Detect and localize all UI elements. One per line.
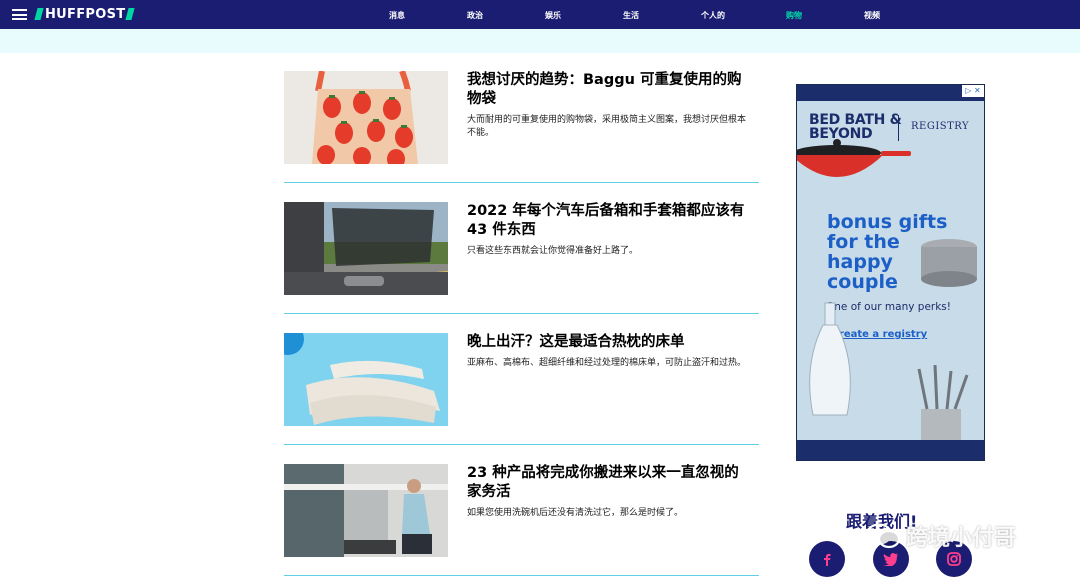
ad-registry-label: REGISTRY: [911, 121, 970, 132]
article-card[interactable]: 晚上出汗？这是最适合热枕的床单 亚麻布、高棉布、超细纤维和经过处理的棉床单，可防…: [284, 333, 759, 464]
ad-brand-line1: BED BATH &: [809, 112, 902, 128]
ad-bottom-band: [797, 440, 984, 460]
article-description: 大而耐用的可重复使用的购物袋，采用极简主义图案，我想讨厌但根本不能。: [467, 115, 747, 138]
twitter-icon: [883, 553, 898, 566]
instagram-icon: [947, 552, 961, 566]
article-description: 如果您使用洗碗机后还没有清洗过它，那么是时候了。: [467, 508, 684, 518]
nav-item-personal[interactable]: 个人的: [701, 10, 725, 21]
springform-pan-icon: [921, 239, 977, 287]
nav-item-entertainment[interactable]: 娱乐: [545, 10, 561, 21]
article-thumbnail-bed-sheets[interactable]: [284, 333, 448, 426]
article-divider: [284, 575, 759, 576]
article-card[interactable]: 2022 年每个汽车后备箱和手套箱都应该有 43 件东西 只看这些东西就会让你觉…: [284, 202, 759, 333]
article-card[interactable]: 我想讨厌的趋势：Baggu 可重复使用的购物袋 大而耐用的可重复使用的购物袋，采…: [284, 71, 759, 202]
adchoices-icon[interactable]: ▷ ✕: [962, 85, 984, 97]
utensil-holder-icon: [917, 365, 969, 443]
watermark: 跨境小付哥: [866, 520, 1016, 552]
article-thumbnail-dishwasher[interactable]: [284, 464, 448, 557]
article-description: 只看这些东西就会让你觉得准备好上路了。: [467, 246, 639, 256]
decanter-icon: [809, 302, 851, 416]
facebook-button[interactable]: [809, 541, 845, 577]
article-description: 亚麻布、高棉布、超细纤维和经过处理的棉床单，可防止盗汗和过热。: [467, 358, 747, 368]
nav-item-politics[interactable]: 政治: [467, 10, 483, 21]
article-title[interactable]: 2022 年每个汽车后备箱和手套箱都应该有 43 件东西: [467, 202, 747, 240]
wechat-icon: [866, 523, 900, 549]
article-title[interactable]: 晚上出汗？这是最适合热枕的床单: [467, 333, 747, 352]
article-divider: [284, 444, 759, 445]
article-title[interactable]: 23 种产品将完成你搬进来以来一直忽视的家务活: [467, 464, 747, 502]
ad-headline-line: bonus gifts: [827, 211, 948, 233]
article-divider: [284, 182, 759, 183]
advertisement-banner[interactable]: ▷ ✕ BED BATH & BEYOND REGISTRY bonus gif…: [796, 84, 985, 461]
nav-item-video[interactable]: 视频: [864, 10, 880, 21]
article-thumbnail-strawberry-bag[interactable]: [284, 71, 448, 164]
article-divider: [284, 313, 759, 314]
nav-item-life[interactable]: 生活: [623, 10, 639, 21]
main-nav: 消息 政治 娱乐 生活 个人的 购物 视频: [0, 0, 1080, 29]
watermark-text: 跨境小付哥: [906, 526, 1017, 551]
article-title[interactable]: 我想讨厌的趋势：Baggu 可重复使用的购物袋: [467, 71, 747, 109]
article-card[interactable]: 23 种产品将完成你搬进来以来一直忽视的家务活 如果您使用洗碗机后还没有清洗过它…: [284, 464, 759, 583]
sub-header-band: [0, 29, 1080, 53]
ad-top-band: [797, 85, 984, 101]
top-nav-bar: HUFFPOST 消息 政治 娱乐 生活 个人的 购物 视频: [0, 0, 1080, 29]
facebook-icon: [824, 553, 831, 566]
nav-item-shopping[interactable]: 购物: [786, 10, 802, 21]
nav-item-news[interactable]: 消息: [389, 10, 405, 21]
article-thumbnail-car-shade[interactable]: [284, 202, 448, 295]
wok-pan-icon: [797, 139, 911, 177]
